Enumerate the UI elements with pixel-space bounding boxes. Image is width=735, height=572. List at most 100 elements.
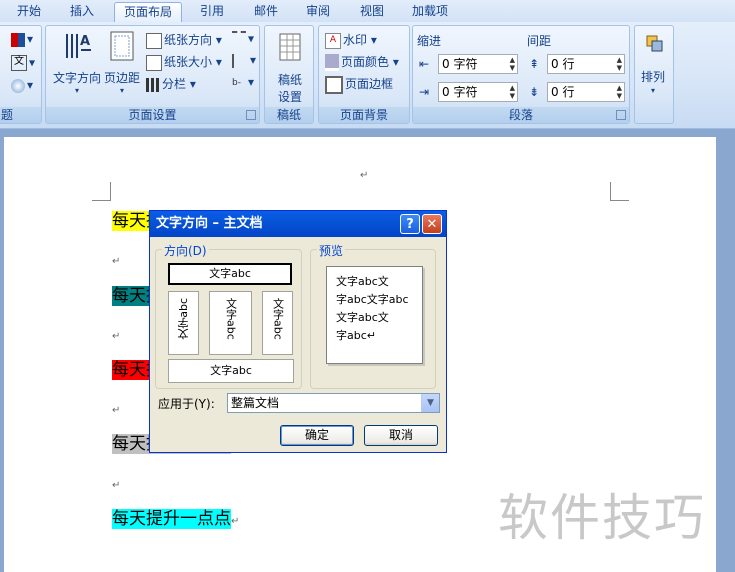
preview-line: 文字abc文 <box>336 275 389 288</box>
group-paragraph-label: 段落 <box>413 107 629 123</box>
dialog-title: 文字方向 – 主文档 <box>156 216 263 231</box>
margins-label: 页边距 <box>103 71 140 85</box>
size-button[interactable]: 纸张大小 ▾ <box>146 53 222 71</box>
apply-to-value: 整篇文档 <box>231 396 280 410</box>
arrange-icon <box>646 35 663 52</box>
direction-label: 方向(D) <box>162 242 209 259</box>
chevron-down-icon[interactable]: ▼ <box>421 394 439 412</box>
text-direction-button[interactable]: A 文字方向 ▾ <box>52 30 102 95</box>
breaks-button[interactable]: ▾ <box>232 31 254 47</box>
tab-insert[interactable]: 插入 <box>60 2 104 21</box>
option-rotated-text: 文字abc <box>210 364 252 377</box>
hyphenation-button[interactable]: b‑ ▾ <box>232 75 254 90</box>
arrange-label: 排列 <box>641 70 666 84</box>
preview-label: 预览 <box>317 242 346 259</box>
spinner-arrows-icon[interactable]: ▲ ▼ <box>617 84 622 100</box>
size-icon <box>146 54 162 71</box>
page-color-icon <box>325 54 339 71</box>
watermark-icon: A <box>325 32 341 49</box>
para-mark: ↵ <box>112 331 121 342</box>
draft-paper-settings-button[interactable]: 稿纸 设置 <box>269 32 311 105</box>
text-direction-label: 文字方向 <box>52 71 101 85</box>
margins-button[interactable]: 页边距 ▾ <box>102 30 142 95</box>
page-borders-label: 页面边框 <box>345 77 394 91</box>
tab-view[interactable]: 视图 <box>350 2 394 21</box>
cancel-button[interactable]: 取消 <box>364 425 438 446</box>
group-draft-paper: 稿纸 设置 稿纸 <box>264 25 314 124</box>
spacing-after-icon: ⇟ <box>529 85 540 99</box>
group-paragraph: 缩进 间距 ⇤ 0 字符 ▲ ▼ ⇥ 0 字符 ▲ ▼ ⇞ 0 行 ▲ ▼ ⇟ 0 行 ▲ ▼ … <box>412 25 630 124</box>
draft-paper-label-2: 设置 <box>277 90 302 104</box>
apply-to-select[interactable]: 整篇文档 ▼ <box>227 393 440 413</box>
close-button[interactable]: ✕ <box>422 214 442 234</box>
para-mark: ↵ <box>231 516 240 527</box>
page-setup-launcher-icon[interactable] <box>246 110 256 120</box>
option-horizontal-text: 文字abc <box>209 267 251 280</box>
group-themes-label: 题 <box>0 107 41 123</box>
theme-effects-button[interactable]: ▾ <box>11 78 33 93</box>
spinner-arrows-icon[interactable]: ▲ ▼ <box>510 56 515 72</box>
watermark-label: 水印 <box>343 33 368 47</box>
indent-heading: 缩进 <box>417 34 442 48</box>
para-mark: ↵ <box>112 256 121 267</box>
indent-right-input[interactable]: 0 字符 ▲ ▼ <box>438 82 518 102</box>
crop-mark-top-left <box>92 182 111 201</box>
group-page-setup-label: 页面设置 <box>46 107 259 123</box>
direction-option-rotated[interactable]: 文字abc <box>168 359 294 383</box>
draft-paper-label-1: 稿纸 <box>277 73 302 87</box>
direction-option-vertical-left[interactable]: 文字abc <box>168 291 199 355</box>
text-direction-dialog: 文字方向 – 主文档 ? ✕ 方向(D) 文字abc 文字abc 文字abc 文… <box>149 210 447 453</box>
tab-references[interactable]: 引用 <box>190 2 234 21</box>
ribbon: ▾ 文 ▾ ▾ 题 A 文字方向 ▾ 页边距 ▾ 纸张方向 ▾ 纸张大小 ▾ 分栏… <box>0 22 735 129</box>
doc-line-5-text: 每天提升一点点 <box>112 509 231 529</box>
line-numbers-button[interactable]: ▾ <box>232 53 256 68</box>
tab-page-layout[interactable]: 页面布局 <box>114 2 182 23</box>
crop-mark-top-right <box>610 182 629 201</box>
help-button[interactable]: ? <box>400 214 420 234</box>
group-page-background-label: 页面背景 <box>319 107 409 123</box>
columns-button[interactable]: 分栏 ▾ <box>146 75 196 92</box>
orientation-icon <box>146 32 162 49</box>
page-color-button[interactable]: 页面颜色 ▾ <box>325 53 399 71</box>
size-label: 纸张大小 <box>164 55 213 69</box>
spinner-arrows-icon[interactable]: ▲ ▼ <box>510 84 515 100</box>
preview-line: 字abc↵ <box>336 329 376 342</box>
apply-to-label: 应用于(Y): <box>158 397 215 411</box>
breaks-icon <box>232 31 246 47</box>
tab-mailings[interactable]: 邮件 <box>244 2 288 21</box>
group-themes: ▾ 文 ▾ ▾ 题 <box>0 25 42 124</box>
paragraph-launcher-icon[interactable] <box>616 110 626 120</box>
spinner-arrows-icon[interactable]: ▲ ▼ <box>617 56 622 72</box>
orientation-label: 纸张方向 <box>164 33 213 47</box>
text-direction-dropdown-icon: ▾ <box>74 86 79 95</box>
columns-label: 分栏 <box>162 77 187 91</box>
watermark-button[interactable]: A 水印 ▾ <box>325 31 377 49</box>
spacing-before-icon: ⇞ <box>529 57 540 71</box>
theme-fonts-button[interactable]: 文 ▾ <box>11 55 35 71</box>
theme-colors-icon <box>11 32 25 47</box>
tab-review[interactable]: 审阅 <box>296 2 340 21</box>
ok-button[interactable]: 确定 <box>280 425 354 446</box>
group-page-background: A 水印 ▾ 页面颜色 ▾ 页面边框 页面背景 <box>318 25 410 124</box>
ribbon-tabs: 开始 插入 页面布局 引用 邮件 审阅 视图 加载项 <box>0 0 735 23</box>
orientation-button[interactable]: 纸张方向 ▾ <box>146 31 222 49</box>
arrange-dropdown-icon: ▾ <box>651 86 656 95</box>
direction-option-vertical-right[interactable]: 文字abc <box>262 291 293 355</box>
theme-colors-button[interactable]: ▾ <box>11 32 33 47</box>
spacing-before-input[interactable]: 0 行 ▲ ▼ <box>547 54 625 74</box>
page-borders-button[interactable]: 页面边框 <box>325 75 393 94</box>
group-draft-paper-label: 稿纸 <box>265 107 313 123</box>
direction-option-horizontal[interactable]: 文字abc <box>168 263 292 285</box>
group-arrange[interactable]: 排列 ▾ <box>634 25 674 124</box>
tab-addins[interactable]: 加载项 <box>404 2 456 21</box>
para-mark: ↵ <box>112 405 121 416</box>
indent-left-input[interactable]: 0 字符 ▲ ▼ <box>438 54 518 74</box>
spacing-after-input[interactable]: 0 行 ▲ ▼ <box>547 82 625 102</box>
columns-icon <box>146 77 160 92</box>
doc-line-5[interactable]: 每天提升一点点↵ <box>112 506 239 532</box>
direction-option-vertical-stacked[interactable]: 文字abc <box>209 291 252 355</box>
indent-left-icon: ⇤ <box>419 57 430 71</box>
page-borders-icon <box>325 75 343 94</box>
tab-home[interactable]: 开始 <box>8 2 50 21</box>
theme-effects-icon <box>11 78 25 93</box>
